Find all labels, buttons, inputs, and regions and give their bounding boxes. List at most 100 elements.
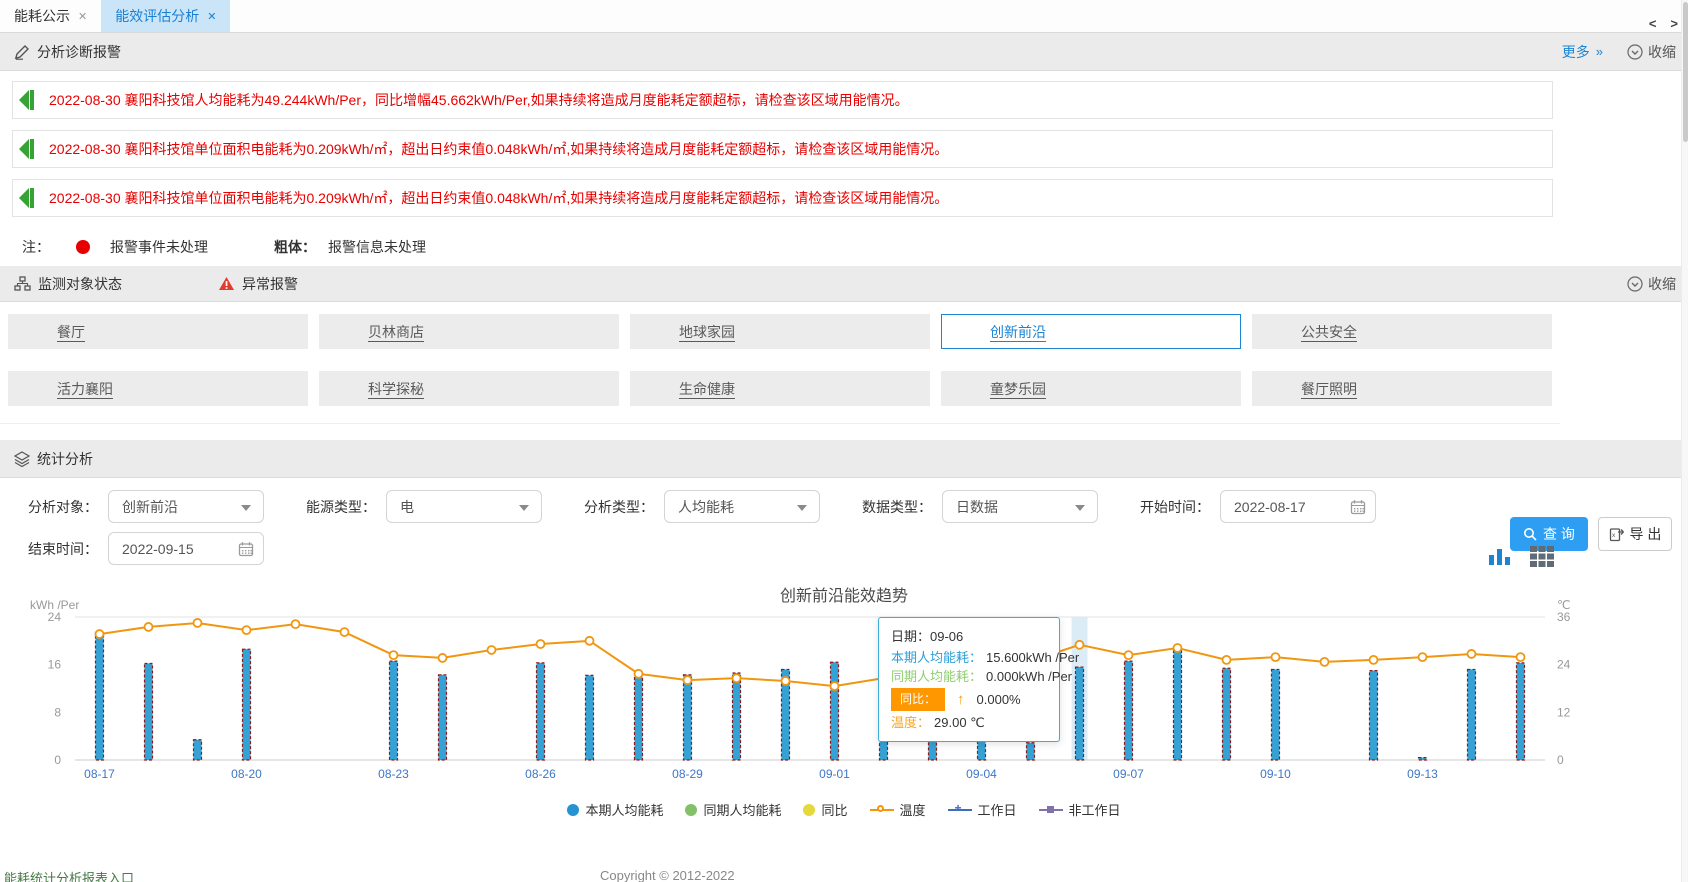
monitor-object-button[interactable]: 地球家园 bbox=[630, 314, 930, 349]
analysis-type-value: 人均能耗 bbox=[678, 497, 734, 517]
temperature-point[interactable] bbox=[684, 676, 692, 684]
tab-efficiency-analysis[interactable]: 能效评估分析 ✕ bbox=[101, 0, 230, 32]
temperature-point[interactable] bbox=[145, 623, 153, 631]
monitor-object-button[interactable]: 贝林商店 bbox=[319, 314, 619, 349]
chart-legend: 本期人均能耗 同期人均能耗 同比 温度 +工作日 非工作日 bbox=[0, 800, 1688, 819]
bar[interactable] bbox=[1419, 758, 1427, 760]
temperature-point[interactable] bbox=[488, 646, 496, 654]
alert-message: 2022-08-30 襄阳科技馆单位面积电能耗为0.209kWh/㎡，超出日约束… bbox=[12, 130, 1553, 168]
legend-dot-icon bbox=[567, 804, 579, 816]
tab-energy-publicity[interactable]: 能耗公示 ✕ bbox=[0, 0, 101, 32]
legend-item[interactable]: 同期人均能耗 bbox=[685, 800, 781, 819]
bar[interactable] bbox=[96, 632, 104, 760]
analysis-object-filter: 分析对象：创新前沿 bbox=[28, 490, 264, 523]
energy-trend-chart[interactable]: kWh /Per℃241680362412008-1708-2008-2308-… bbox=[0, 598, 1680, 798]
data-type-value: 日数据 bbox=[956, 497, 998, 517]
table-view-icon[interactable] bbox=[1529, 544, 1555, 568]
monitor-object-button[interactable]: 餐厅 bbox=[8, 314, 308, 349]
bar[interactable] bbox=[1125, 661, 1133, 760]
temperature-point[interactable] bbox=[782, 677, 790, 685]
bar[interactable] bbox=[537, 663, 545, 760]
bar[interactable] bbox=[1272, 669, 1280, 760]
bar[interactable] bbox=[1370, 671, 1378, 760]
more-arrow-icon[interactable]: » bbox=[1596, 44, 1603, 59]
energy-type-select[interactable]: 电 bbox=[386, 490, 542, 523]
temperature-point[interactable] bbox=[341, 628, 349, 636]
legend-item[interactable]: 同比 bbox=[803, 800, 847, 819]
monitor-object-button[interactable]: 创新前沿 bbox=[941, 314, 1241, 349]
legend-item[interactable]: 本期人均能耗 bbox=[567, 800, 663, 819]
bar[interactable] bbox=[145, 663, 153, 760]
data-type-select[interactable]: 日数据 bbox=[942, 490, 1098, 523]
temperature-point[interactable] bbox=[96, 630, 104, 638]
legend-label: 同期人均能耗 bbox=[703, 800, 781, 819]
temperature-point[interactable] bbox=[1419, 653, 1427, 661]
svg-text:24: 24 bbox=[48, 610, 62, 624]
monitor-object-button[interactable]: 童梦乐园 bbox=[941, 371, 1241, 406]
bar[interactable] bbox=[1468, 669, 1476, 760]
temperature-point[interactable] bbox=[439, 654, 447, 662]
temperature-point[interactable] bbox=[1223, 656, 1231, 664]
temperature-point[interactable] bbox=[194, 619, 202, 627]
bar[interactable] bbox=[1174, 648, 1182, 760]
temperature-point[interactable] bbox=[537, 640, 545, 648]
analysis-type-label: 分析类型： bbox=[584, 497, 654, 517]
monitor-object-button[interactable]: 科学探秘 bbox=[319, 371, 619, 406]
collapse-button[interactable]: 收缩 bbox=[1627, 42, 1676, 62]
bar[interactable] bbox=[1517, 663, 1525, 760]
monitor-object-label: 地球家园 bbox=[679, 322, 735, 342]
monitor-object-button[interactable]: 活力襄阳 bbox=[8, 371, 308, 406]
bar[interactable] bbox=[1027, 743, 1035, 760]
analysis-object-select[interactable]: 创新前沿 bbox=[108, 490, 264, 523]
tab-scroll-left-icon[interactable]: < bbox=[1649, 16, 1657, 31]
bar[interactable] bbox=[1223, 668, 1231, 760]
bar-chart-view-icon[interactable] bbox=[1487, 544, 1513, 568]
temperature-point[interactable] bbox=[390, 651, 398, 659]
temperature-point[interactable] bbox=[1321, 658, 1329, 666]
tab-scroll-right-icon[interactable]: > bbox=[1670, 16, 1678, 31]
temperature-point[interactable] bbox=[635, 670, 643, 678]
temperature-point[interactable] bbox=[1370, 656, 1378, 664]
bar[interactable] bbox=[243, 649, 251, 760]
monitor-object-button[interactable]: 生命健康 bbox=[630, 371, 930, 406]
monitor-section-title: 监测对象状态 bbox=[38, 274, 122, 294]
scrollbar[interactable] bbox=[1681, 0, 1688, 882]
bar[interactable] bbox=[586, 675, 594, 760]
temperature-point[interactable] bbox=[586, 637, 594, 645]
monitor-object-button[interactable]: 公共安全 bbox=[1252, 314, 1552, 349]
note-bold-text: 报警信息未处理 bbox=[328, 237, 426, 257]
temperature-point[interactable] bbox=[831, 682, 839, 690]
temperature-point[interactable] bbox=[243, 626, 251, 634]
start-time-date-input[interactable]: 2022-08-17 bbox=[1220, 490, 1376, 523]
bar[interactable] bbox=[635, 676, 643, 760]
svg-text:16: 16 bbox=[48, 658, 62, 672]
scrollbar-thumb[interactable] bbox=[1683, 2, 1688, 142]
legend-item[interactable]: 非工作日 bbox=[1039, 800, 1121, 819]
end-time-date-input[interactable]: 2022-09-15 bbox=[108, 532, 264, 565]
temperature-point[interactable] bbox=[1517, 653, 1525, 661]
collapse-button[interactable]: 收缩 bbox=[1627, 274, 1676, 294]
close-icon[interactable]: ✕ bbox=[78, 10, 87, 23]
bar[interactable] bbox=[684, 675, 692, 760]
bar[interactable] bbox=[439, 675, 447, 760]
bar[interactable] bbox=[733, 673, 741, 760]
calendar-icon bbox=[1350, 499, 1366, 518]
temperature-point[interactable] bbox=[733, 674, 741, 682]
bar[interactable] bbox=[1076, 667, 1084, 760]
temperature-point[interactable] bbox=[1468, 650, 1476, 658]
legend-item[interactable]: +工作日 bbox=[948, 800, 1017, 819]
tab-bar: 能耗公示 ✕ 能效评估分析 ✕ < > bbox=[0, 0, 1688, 33]
bar[interactable] bbox=[194, 740, 202, 760]
analysis-type-select[interactable]: 人均能耗 bbox=[664, 490, 820, 523]
legend-item[interactable]: 温度 bbox=[870, 800, 926, 819]
temperature-point[interactable] bbox=[1272, 653, 1280, 661]
close-icon[interactable]: ✕ bbox=[207, 10, 216, 23]
export-button[interactable]: x 导 出 bbox=[1598, 517, 1672, 551]
temperature-point[interactable] bbox=[1174, 644, 1182, 652]
temperature-point[interactable] bbox=[1125, 651, 1133, 659]
more-link[interactable]: 更多 bbox=[1562, 42, 1590, 62]
monitor-object-button[interactable]: 餐厅照明 bbox=[1252, 371, 1552, 406]
bar[interactable] bbox=[831, 662, 839, 760]
temperature-point[interactable] bbox=[292, 620, 300, 628]
bar[interactable] bbox=[390, 661, 398, 760]
